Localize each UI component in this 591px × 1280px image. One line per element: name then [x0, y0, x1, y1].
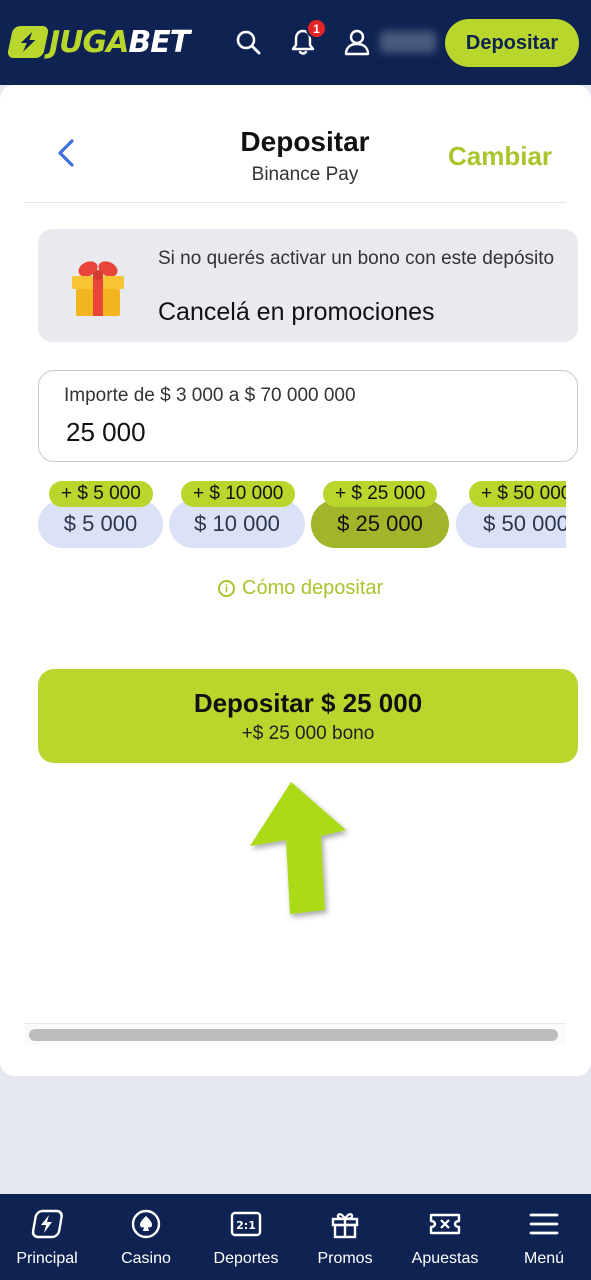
header-deposit-button[interactable]: Depositar — [445, 19, 579, 67]
amount-input-value[interactable]: 25 000 — [66, 417, 146, 448]
deposit-submit-button[interactable]: Depositar $ 25 000 +$ 25 000 bono — [38, 669, 578, 763]
nav-promos[interactable]: Promos — [296, 1194, 394, 1280]
bonus-info-text: Si no querés activar un bono con este de… — [158, 248, 555, 269]
deposit-bonus-label: +$ 25 000 bono — [241, 723, 375, 744]
nav-label: Apuestas — [411, 1250, 479, 1267]
spade-icon — [97, 1208, 195, 1240]
nav-label: Promos — [317, 1250, 373, 1267]
logo-lightning-icon — [6, 26, 50, 58]
page-title: Depositar — [240, 126, 370, 157]
up-arrow-icon — [238, 774, 360, 924]
logo-text-juga: JUGA — [49, 24, 129, 60]
amount-chip-5000[interactable]: $ 5 000 — [38, 500, 163, 548]
scoreboard-icon: 2:1 — [197, 1208, 295, 1240]
nav-menu[interactable]: Menú — [495, 1194, 591, 1280]
amount-chip-10000[interactable]: $ 10 000 — [169, 500, 305, 548]
deposit-submit-label: Depositar $ 25 000 — [193, 688, 423, 718]
chip-amount: $ 50 000 — [483, 511, 566, 536]
amount-chip-25000-selected[interactable]: $ 25 000 — [311, 500, 449, 548]
how-to-deposit-label: Cómo depositar — [242, 577, 384, 599]
how-to-deposit-link[interactable]: i Cómo depositar — [218, 577, 383, 600]
amount-chip-50000[interactable]: $ 50 000 — [456, 500, 566, 548]
amount-range-label: Importe de $ 3 000 a $ 70 000 000 — [64, 385, 356, 406]
chip-amount: $ 5 000 — [63, 511, 138, 536]
info-icon: i — [218, 580, 235, 597]
payment-method-subtitle: Binance Pay — [251, 164, 359, 185]
amount-field[interactable] — [38, 370, 578, 462]
quick-amount-chips: $ 5 000 + $ 5 000 $ 10 000 + $ 10 000 $ … — [25, 475, 566, 555]
chip-bonus-tag: + $ 50 000 — [469, 481, 566, 507]
horizontal-scrollbar[interactable] — [29, 1029, 558, 1041]
search-icon[interactable] — [233, 26, 263, 58]
chip-bonus-tag: + $ 25 000 — [323, 481, 438, 507]
back-chevron-icon[interactable] — [52, 136, 80, 170]
chip-bonus-tag: + $ 10 000 — [181, 481, 296, 507]
nav-casino[interactable]: Casino — [97, 1194, 195, 1280]
nav-label: Principal — [16, 1250, 78, 1267]
lightning-icon — [0, 1208, 96, 1240]
chip-amount: $ 10 000 — [194, 511, 280, 536]
ticket-icon — [396, 1208, 494, 1240]
chip-bonus-tag: + $ 5 000 — [49, 481, 153, 507]
nav-label: Menú — [523, 1250, 565, 1267]
notification-badge: 1 — [306, 18, 327, 39]
change-method-link[interactable]: Cambiar — [448, 141, 552, 172]
nav-principal[interactable]: Principal — [0, 1194, 96, 1280]
gift-icon — [296, 1208, 394, 1240]
blurred-username — [380, 31, 436, 53]
cancel-in-promotions-text[interactable]: Cancelá en promociones — [158, 298, 435, 327]
top-bar: JUGA BET 1 Depositar — [0, 0, 591, 85]
nav-label: Casino — [121, 1250, 171, 1267]
bottom-navigation: Principal Casino 2:1 Deportes Promos Apu… — [0, 1194, 591, 1280]
chip-amount: $ 25 000 — [337, 511, 423, 536]
header-divider — [25, 202, 566, 203]
gift-icon — [67, 258, 129, 318]
jugabet-logo[interactable]: JUGA BET — [6, 24, 190, 60]
logo-text-bet: BET — [128, 24, 190, 60]
hamburger-icon — [495, 1208, 591, 1240]
nav-apuestas[interactable]: Apuestas — [396, 1194, 494, 1280]
svg-text:2:1: 2:1 — [236, 1219, 256, 1232]
nav-deportes[interactable]: 2:1 Deportes — [197, 1194, 295, 1280]
user-icon[interactable] — [342, 26, 372, 58]
nav-label: Deportes — [213, 1250, 279, 1267]
